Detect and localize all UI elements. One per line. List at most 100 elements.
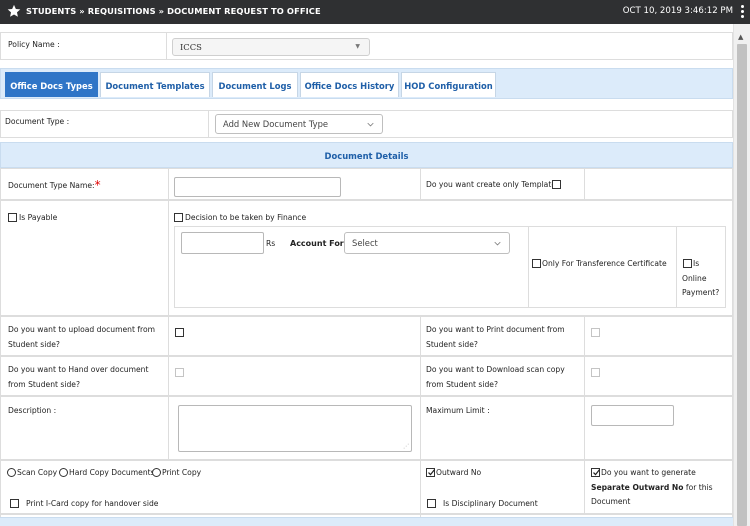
document-type-name-text: Document Type Name:	[8, 181, 95, 190]
print-checkbox[interactable]	[591, 328, 600, 337]
divider	[676, 226, 677, 308]
download-checkbox[interactable]	[591, 368, 600, 377]
divider	[420, 396, 421, 460]
star-icon[interactable]	[7, 4, 21, 18]
disciplinary-checkbox[interactable]	[427, 499, 436, 508]
vertical-scrollbar[interactable]: ▲	[733, 24, 750, 526]
scrollbar-thumb[interactable]	[737, 44, 747, 526]
divider	[420, 316, 421, 356]
resize-grip-icon[interactable]: ⋰	[403, 443, 409, 450]
separate-outward-checkbox[interactable]	[591, 468, 600, 477]
divider	[166, 32, 167, 60]
divider	[168, 168, 169, 200]
max-limit-label: Maximum Limit :	[426, 406, 490, 415]
tab-office-docs-history[interactable]: Office Docs History	[300, 72, 399, 97]
currency-label: Rs	[266, 239, 276, 248]
scroll-up-icon[interactable]: ▲	[738, 33, 743, 41]
main-content: Policy Name : ICCS ▼ Office Docs Types D…	[0, 24, 733, 526]
divider	[168, 396, 169, 460]
next-section-header	[0, 517, 733, 526]
upload-label-1: Do you want to upload document from	[8, 325, 156, 334]
separate-outward-label-3: Document	[591, 497, 631, 506]
online-payment-label-2: Online	[682, 274, 707, 283]
tab-hod-configuration[interactable]: HOD Configuration	[401, 72, 496, 97]
document-type-label: Document Type :	[5, 117, 70, 126]
is-payable-checkbox[interactable]	[8, 213, 17, 222]
online-payment-checkbox[interactable]	[683, 259, 692, 268]
required-mark: *	[94, 178, 101, 192]
separate-outward-bold: Separate Outward No	[591, 483, 684, 492]
handover-checkbox[interactable]	[175, 368, 184, 377]
separate-outward-rest: for this	[683, 483, 713, 492]
form-row	[0, 356, 733, 396]
chevron-down-icon: ▼	[355, 43, 360, 50]
divider	[208, 110, 209, 138]
more-menu-icon[interactable]	[741, 5, 745, 18]
check-icon	[593, 469, 600, 476]
is-payable-label: Is Payable	[19, 213, 58, 222]
divider	[584, 316, 585, 356]
print-label-2: Student side?	[426, 340, 478, 349]
chevron-down-icon	[494, 241, 501, 246]
divider	[584, 396, 585, 460]
divider	[168, 200, 169, 316]
finance-decision-checkbox[interactable]	[174, 213, 183, 222]
hard-copy-radio[interactable]	[59, 468, 68, 477]
document-type-value: Add New Document Type	[223, 119, 329, 129]
account-for-select[interactable]: Select	[344, 232, 510, 254]
online-payment-label-3: Payment?	[682, 288, 720, 297]
icard-checkbox[interactable]	[10, 499, 19, 508]
handover-label-2: from Student side?	[8, 380, 80, 389]
print-copy-radio[interactable]	[152, 468, 161, 477]
amount-input[interactable]	[181, 232, 264, 254]
scan-copy-label: Scan Copy	[17, 468, 58, 477]
outward-no-label: Outward No	[436, 468, 482, 477]
header-datetime: OCT 10, 2019 3:46:12 PM	[622, 6, 733, 16]
description-textarea[interactable]: ⋰	[178, 405, 412, 452]
divider	[420, 460, 421, 514]
outward-no-checkbox[interactable]	[426, 468, 435, 477]
policy-name-select[interactable]: ICCS ▼	[172, 38, 370, 56]
document-type-name-label: Document Type Name:*	[8, 178, 101, 192]
upload-checkbox[interactable]	[175, 328, 184, 337]
download-label-1: Do you want to Download scan copy	[426, 365, 565, 374]
download-label-2: from Student side?	[426, 380, 498, 389]
only-template-checkbox[interactable]	[552, 180, 561, 189]
print-label-1: Do you want to Print document from	[426, 325, 565, 334]
divider	[420, 356, 421, 396]
document-details-header: Document Details	[0, 142, 733, 168]
tab-office-docs-types[interactable]: Office Docs Types	[5, 72, 98, 97]
separate-outward-label-2: Separate Outward No for this	[591, 481, 713, 494]
form-row	[0, 168, 733, 200]
icard-label: Print I-Card copy for handover side	[26, 499, 159, 508]
divider	[420, 168, 421, 200]
transference-label: Only For Transference Certificate	[542, 259, 667, 268]
document-type-select[interactable]: Add New Document Type	[215, 114, 383, 134]
policy-name-value: ICCS	[180, 42, 202, 52]
online-payment-label-1: Is	[693, 259, 700, 268]
divider	[584, 460, 585, 514]
tab-bar: Office Docs Types Document Templates Doc…	[0, 68, 733, 99]
tab-document-templates[interactable]: Document Templates	[100, 72, 210, 97]
scan-copy-radio[interactable]	[7, 468, 16, 477]
divider	[528, 226, 529, 308]
only-template-label: Do you want create only Template	[426, 180, 556, 189]
tab-document-logs[interactable]: Document Logs	[212, 72, 298, 97]
upload-label-2: Student side?	[8, 340, 60, 349]
chevron-down-icon	[367, 122, 374, 127]
description-label: Description :	[8, 406, 57, 415]
separate-outward-label-1: Do you want to generate	[601, 468, 696, 477]
finance-decision-label: Decision to be taken by Finance	[185, 213, 307, 222]
divider	[584, 356, 585, 396]
disciplinary-label: Is Disciplinary Document	[443, 499, 538, 508]
account-for-label: Account For	[290, 239, 344, 248]
top-header-bar: STUDENTS » REQUISITIONS » DOCUMENT REQUE…	[0, 0, 750, 24]
transference-checkbox[interactable]	[532, 259, 541, 268]
hard-copy-label: Hard Copy Documents	[69, 468, 155, 477]
form-row	[0, 316, 733, 356]
max-limit-input[interactable]	[591, 405, 674, 426]
divider	[168, 356, 169, 396]
print-copy-label: Print Copy	[162, 468, 202, 477]
handover-label-1: Do you want to Hand over document	[8, 365, 149, 374]
document-type-name-input[interactable]	[174, 177, 341, 197]
